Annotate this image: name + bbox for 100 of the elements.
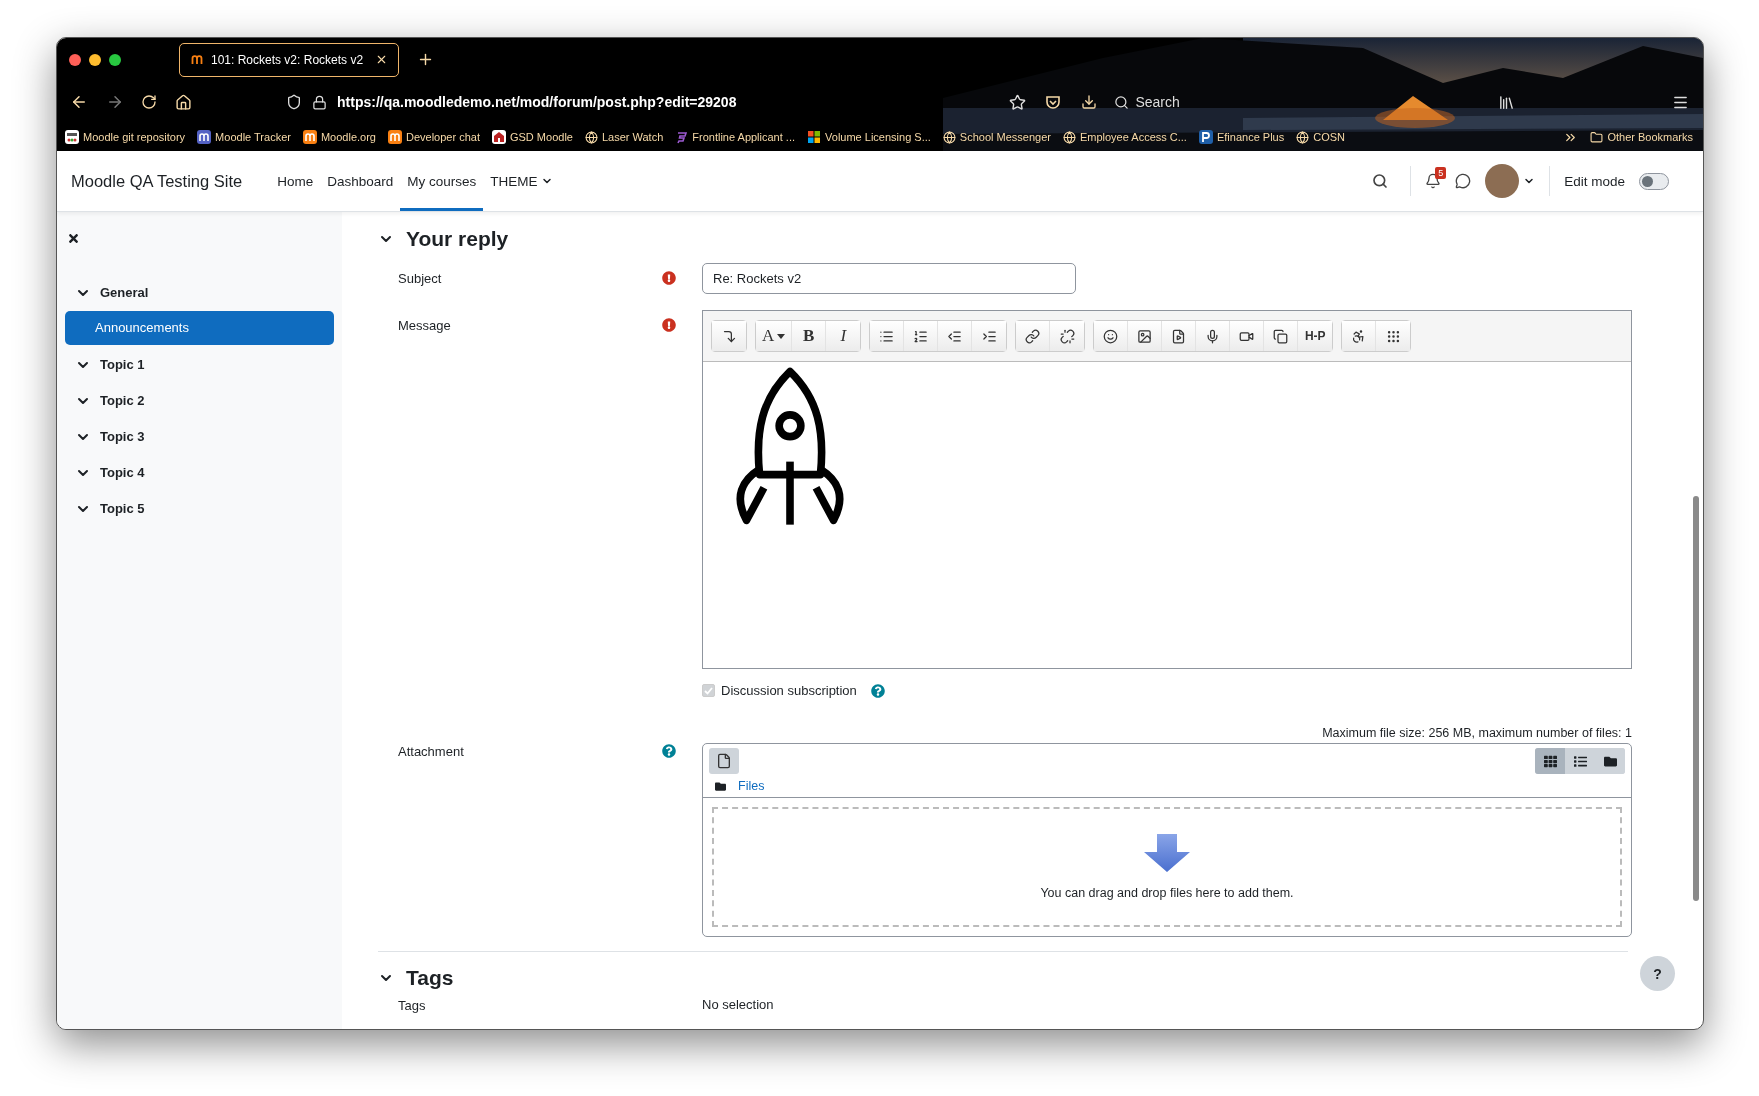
bookmark[interactable]: Developer chat bbox=[387, 130, 480, 144]
message-editor[interactable]: A B I H-P bbox=[702, 310, 1632, 669]
help-icon[interactable] bbox=[870, 683, 885, 698]
folder-icon bbox=[715, 780, 726, 792]
new-tab-icon[interactable] bbox=[417, 51, 434, 68]
bookmark[interactable]: Other Bookmarks bbox=[1590, 130, 1693, 144]
help-icon[interactable] bbox=[662, 744, 676, 758]
corner-arrow-icon bbox=[721, 328, 737, 344]
toolbar-button[interactable] bbox=[904, 321, 939, 351]
bookmark[interactable]: Laser Watch bbox=[584, 130, 664, 144]
toolbar-button[interactable] bbox=[972, 321, 1007, 351]
site-name[interactable]: Moodle QA Testing Site bbox=[71, 171, 243, 191]
pocket-icon[interactable] bbox=[1045, 94, 1062, 110]
m-logo-icon bbox=[302, 130, 317, 144]
home-icon[interactable] bbox=[175, 93, 192, 111]
field-label: Tags bbox=[398, 997, 427, 1013]
bookmark[interactable]: Moodle.org bbox=[302, 130, 376, 144]
drop-zone[interactable]: You can drag and drop files here to add them. bbox=[712, 807, 1622, 927]
m-logo-icon bbox=[387, 130, 402, 144]
bookmark[interactable]: School Messenger bbox=[942, 130, 1051, 144]
forward-icon[interactable] bbox=[106, 93, 124, 111]
microphone-icon bbox=[1205, 328, 1221, 344]
url-field[interactable]: https://qa.moodledemo.net/mod/forum/post.php?edit=29208 bbox=[337, 94, 737, 110]
nav-link[interactable]: Home bbox=[270, 151, 321, 211]
bookmark[interactable]: Employee Access C... bbox=[1062, 130, 1187, 144]
toolbar-button[interactable]: I bbox=[826, 321, 861, 351]
section-link[interactable]: Topic 2 bbox=[65, 382, 334, 419]
accessibility-icon bbox=[1351, 328, 1367, 344]
form-icon bbox=[675, 130, 689, 144]
bookmark[interactable]: GSD Moodle bbox=[491, 130, 573, 144]
search-field[interactable]: Search bbox=[1135, 94, 1180, 110]
bookmark[interactable]: COSN bbox=[1296, 130, 1345, 144]
toolbar-button[interactable] bbox=[1376, 321, 1411, 351]
section-link[interactable]: General bbox=[65, 274, 334, 311]
toolbar-button[interactable] bbox=[1050, 321, 1085, 351]
font-menu-button[interactable]: A bbox=[756, 321, 793, 351]
browser-tab[interactable]: 101: Rockets v2: Rockets v2 bbox=[179, 42, 399, 77]
folder-icon bbox=[1603, 754, 1617, 768]
search-icon[interactable] bbox=[1114, 94, 1130, 110]
reload-icon[interactable] bbox=[141, 94, 157, 110]
grid-favicon-icon bbox=[65, 130, 79, 144]
bookmark[interactable]: Moodle git repository bbox=[65, 130, 186, 144]
m-logo-icon bbox=[197, 130, 212, 144]
toolbar-button[interactable] bbox=[1016, 321, 1051, 351]
subject-field[interactable]: Re: Rockets v2 bbox=[702, 263, 1076, 294]
toolbar-button[interactable] bbox=[1264, 321, 1299, 351]
library-icon[interactable] bbox=[1497, 93, 1515, 111]
download-icon[interactable] bbox=[1081, 94, 1098, 110]
toolbar-button[interactable]: B bbox=[792, 321, 827, 351]
nav-link[interactable]: My courses bbox=[400, 151, 484, 211]
bookmark[interactable]: Moodle Tracker bbox=[197, 130, 291, 144]
section-heading: Tags bbox=[406, 966, 454, 990]
toolbar-button[interactable]: H-P bbox=[1298, 321, 1333, 351]
close-tab-icon[interactable] bbox=[375, 53, 388, 66]
bookmark[interactable]: Efinance Plus bbox=[1198, 130, 1285, 144]
shield-icon[interactable] bbox=[286, 94, 302, 110]
globe-icon bbox=[942, 130, 956, 144]
star-icon[interactable] bbox=[1009, 93, 1027, 111]
edit-mode-label: Edit mode bbox=[1564, 173, 1625, 189]
tags-value: No selection bbox=[702, 997, 774, 1012]
help-button[interactable]: ? bbox=[1640, 956, 1675, 991]
minimize-window-button[interactable] bbox=[89, 53, 101, 66]
files-link[interactable]: Files bbox=[738, 779, 765, 793]
toolbar-button[interactable] bbox=[712, 321, 746, 351]
toolbar-button[interactable] bbox=[870, 321, 905, 351]
add-file-button[interactable] bbox=[709, 748, 739, 774]
toolbar-button[interactable] bbox=[1162, 321, 1197, 351]
toolbar-button[interactable] bbox=[1342, 321, 1377, 351]
avatar[interactable] bbox=[1485, 164, 1520, 198]
copy-icon bbox=[1273, 328, 1289, 344]
maximize-window-button[interactable] bbox=[109, 53, 121, 66]
nav-link[interactable]: Dashboard bbox=[320, 151, 401, 211]
search-icon[interactable] bbox=[1372, 173, 1389, 189]
section-link[interactable]: Topic 4 bbox=[65, 454, 334, 491]
lock-icon[interactable] bbox=[312, 94, 327, 110]
edit-mode-toggle[interactable] bbox=[1639, 172, 1669, 190]
toolbar-button[interactable] bbox=[1230, 321, 1265, 351]
list-icon bbox=[1573, 754, 1587, 768]
grid-view-button[interactable] bbox=[1535, 748, 1565, 774]
toolbar-button[interactable] bbox=[1094, 321, 1129, 351]
section-link[interactable]: Topic 3 bbox=[65, 418, 334, 455]
folder-icon bbox=[1590, 130, 1604, 144]
back-icon[interactable] bbox=[70, 93, 88, 111]
chat-icon[interactable] bbox=[1455, 173, 1472, 189]
toolbar-button[interactable] bbox=[938, 321, 973, 351]
bookmark[interactable]: Frontline Applicant ... bbox=[675, 130, 796, 144]
close-window-button[interactable] bbox=[69, 53, 81, 66]
unlink-icon bbox=[1059, 328, 1075, 344]
toolbar-button[interactable] bbox=[1196, 321, 1231, 351]
globe-icon bbox=[1062, 130, 1076, 144]
nav-link[interactable]: THEME bbox=[483, 151, 560, 211]
globe-icon bbox=[584, 130, 598, 144]
toolbar-button[interactable] bbox=[1128, 321, 1163, 351]
windows-logo-icon bbox=[807, 130, 822, 144]
section-link[interactable]: Topic 5 bbox=[65, 490, 334, 527]
section-link[interactable]: Topic 1 bbox=[65, 346, 334, 383]
smiley-icon bbox=[1103, 328, 1119, 344]
bookmark[interactable]: Volume Licensing S... bbox=[807, 130, 931, 144]
notification-count: 5 bbox=[1435, 167, 1447, 179]
activity-link[interactable]: Announcements bbox=[65, 310, 334, 345]
